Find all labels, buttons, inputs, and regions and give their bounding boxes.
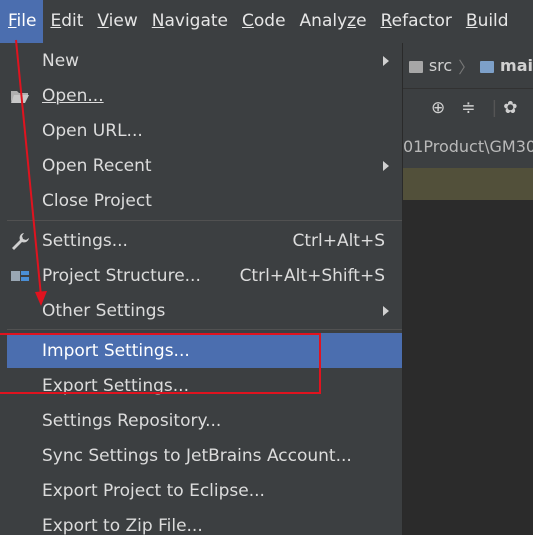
- project-toolbar: ⊕ ≑ | ✿: [403, 88, 533, 126]
- menu-item-label: Open...: [42, 85, 104, 106]
- breadcrumb-separator: 〉: [458, 57, 475, 77]
- folder-icon: [480, 60, 495, 73]
- submenu-arrow-icon: [383, 305, 389, 316]
- menu-bar: File Edit View Navigate Code Analyze Ref…: [0, 0, 533, 43]
- menu-item-label: Export to Zip File...: [42, 515, 203, 535]
- folder-open-icon: [11, 90, 29, 103]
- menu-item-label: New: [42, 50, 80, 71]
- menu-item-label: Other Settings: [42, 300, 166, 321]
- menu-item-shortcut: Ctrl+Alt+Shift+S: [239, 265, 385, 286]
- menu-file[interactable]: File: [0, 0, 44, 43]
- menu-separator: [7, 220, 402, 221]
- menu-item-import-settings[interactable]: Import Settings...: [7, 333, 402, 368]
- menu-item-label: Close Project: [42, 190, 152, 211]
- menu-item-export-zip[interactable]: Export to Zip File...: [7, 508, 402, 535]
- submenu-arrow-icon: [383, 55, 389, 66]
- menu-item-new[interactable]: New: [7, 43, 402, 78]
- menu-item-label: Export Settings...: [42, 375, 189, 396]
- project-structure-icon: [11, 270, 29, 281]
- menu-item-label: Settings...: [42, 230, 128, 251]
- menu-item-label: Import Settings...: [42, 340, 190, 361]
- folder-icon: [409, 60, 423, 73]
- menu-item-project-structure[interactable]: Project Structure... Ctrl+Alt+Shift+S: [7, 258, 402, 293]
- highlighted-line: [403, 168, 533, 200]
- submenu-arrow-icon: [383, 160, 389, 171]
- collapse-icon[interactable]: ≑: [461, 98, 475, 118]
- menu-item-shortcut: Ctrl+Alt+S: [292, 230, 385, 251]
- menu-refactor[interactable]: Refactor: [374, 0, 459, 43]
- menu-item-label: Open Recent: [42, 155, 152, 176]
- menu-item-label: Open URL...: [42, 120, 143, 141]
- menu-item-export-eclipse[interactable]: Export Project to Eclipse...: [7, 473, 402, 508]
- crosshair-icon[interactable]: ⊕: [431, 98, 445, 118]
- wrench-icon: [12, 232, 29, 250]
- menu-item-label: Project Structure...: [42, 265, 201, 286]
- menu-item-sync-settings[interactable]: Sync Settings to JetBrains Account...: [7, 438, 402, 473]
- menu-item-label: Settings Repository...: [42, 410, 222, 431]
- menu-item-label: Export Project to Eclipse...: [42, 480, 265, 501]
- menu-item-other-settings[interactable]: Other Settings: [7, 293, 402, 328]
- toolbar-divider: |: [491, 97, 498, 118]
- menu-separator: [7, 329, 402, 330]
- menu-item-settings-repository[interactable]: Settings Repository...: [7, 403, 402, 438]
- menu-build[interactable]: Build: [459, 0, 516, 43]
- ide-background: src 〉 mai ⊕ ≑ | ✿ 01Product\GM30: [403, 43, 533, 535]
- menu-item-open[interactable]: Open...: [7, 78, 402, 113]
- menu-edit[interactable]: Edit: [43, 0, 90, 43]
- menu-view[interactable]: View: [90, 0, 144, 43]
- breadcrumb-main[interactable]: mai: [500, 56, 533, 75]
- file-menu-dropdown: New Open... Open URL... Open Recent Clos…: [7, 43, 403, 535]
- project-path: 01Product\GM30: [403, 126, 533, 168]
- navigation-bar: src 〉 mai: [403, 43, 533, 88]
- menu-item-open-url[interactable]: Open URL...: [7, 113, 402, 148]
- menu-item-label: Sync Settings to JetBrains Account...: [42, 445, 352, 466]
- menu-item-open-recent[interactable]: Open Recent: [7, 148, 402, 183]
- menu-item-export-settings[interactable]: Export Settings...: [7, 368, 402, 403]
- menu-analyze[interactable]: Analyze: [293, 0, 374, 43]
- menu-item-settings[interactable]: Settings... Ctrl+Alt+S: [7, 223, 402, 258]
- gear-icon[interactable]: ✿: [503, 98, 517, 118]
- menu-item-close-project[interactable]: Close Project: [7, 183, 402, 218]
- menu-navigate[interactable]: Navigate: [145, 0, 235, 43]
- menu-code[interactable]: Code: [235, 0, 293, 43]
- breadcrumb-src[interactable]: src: [429, 56, 452, 75]
